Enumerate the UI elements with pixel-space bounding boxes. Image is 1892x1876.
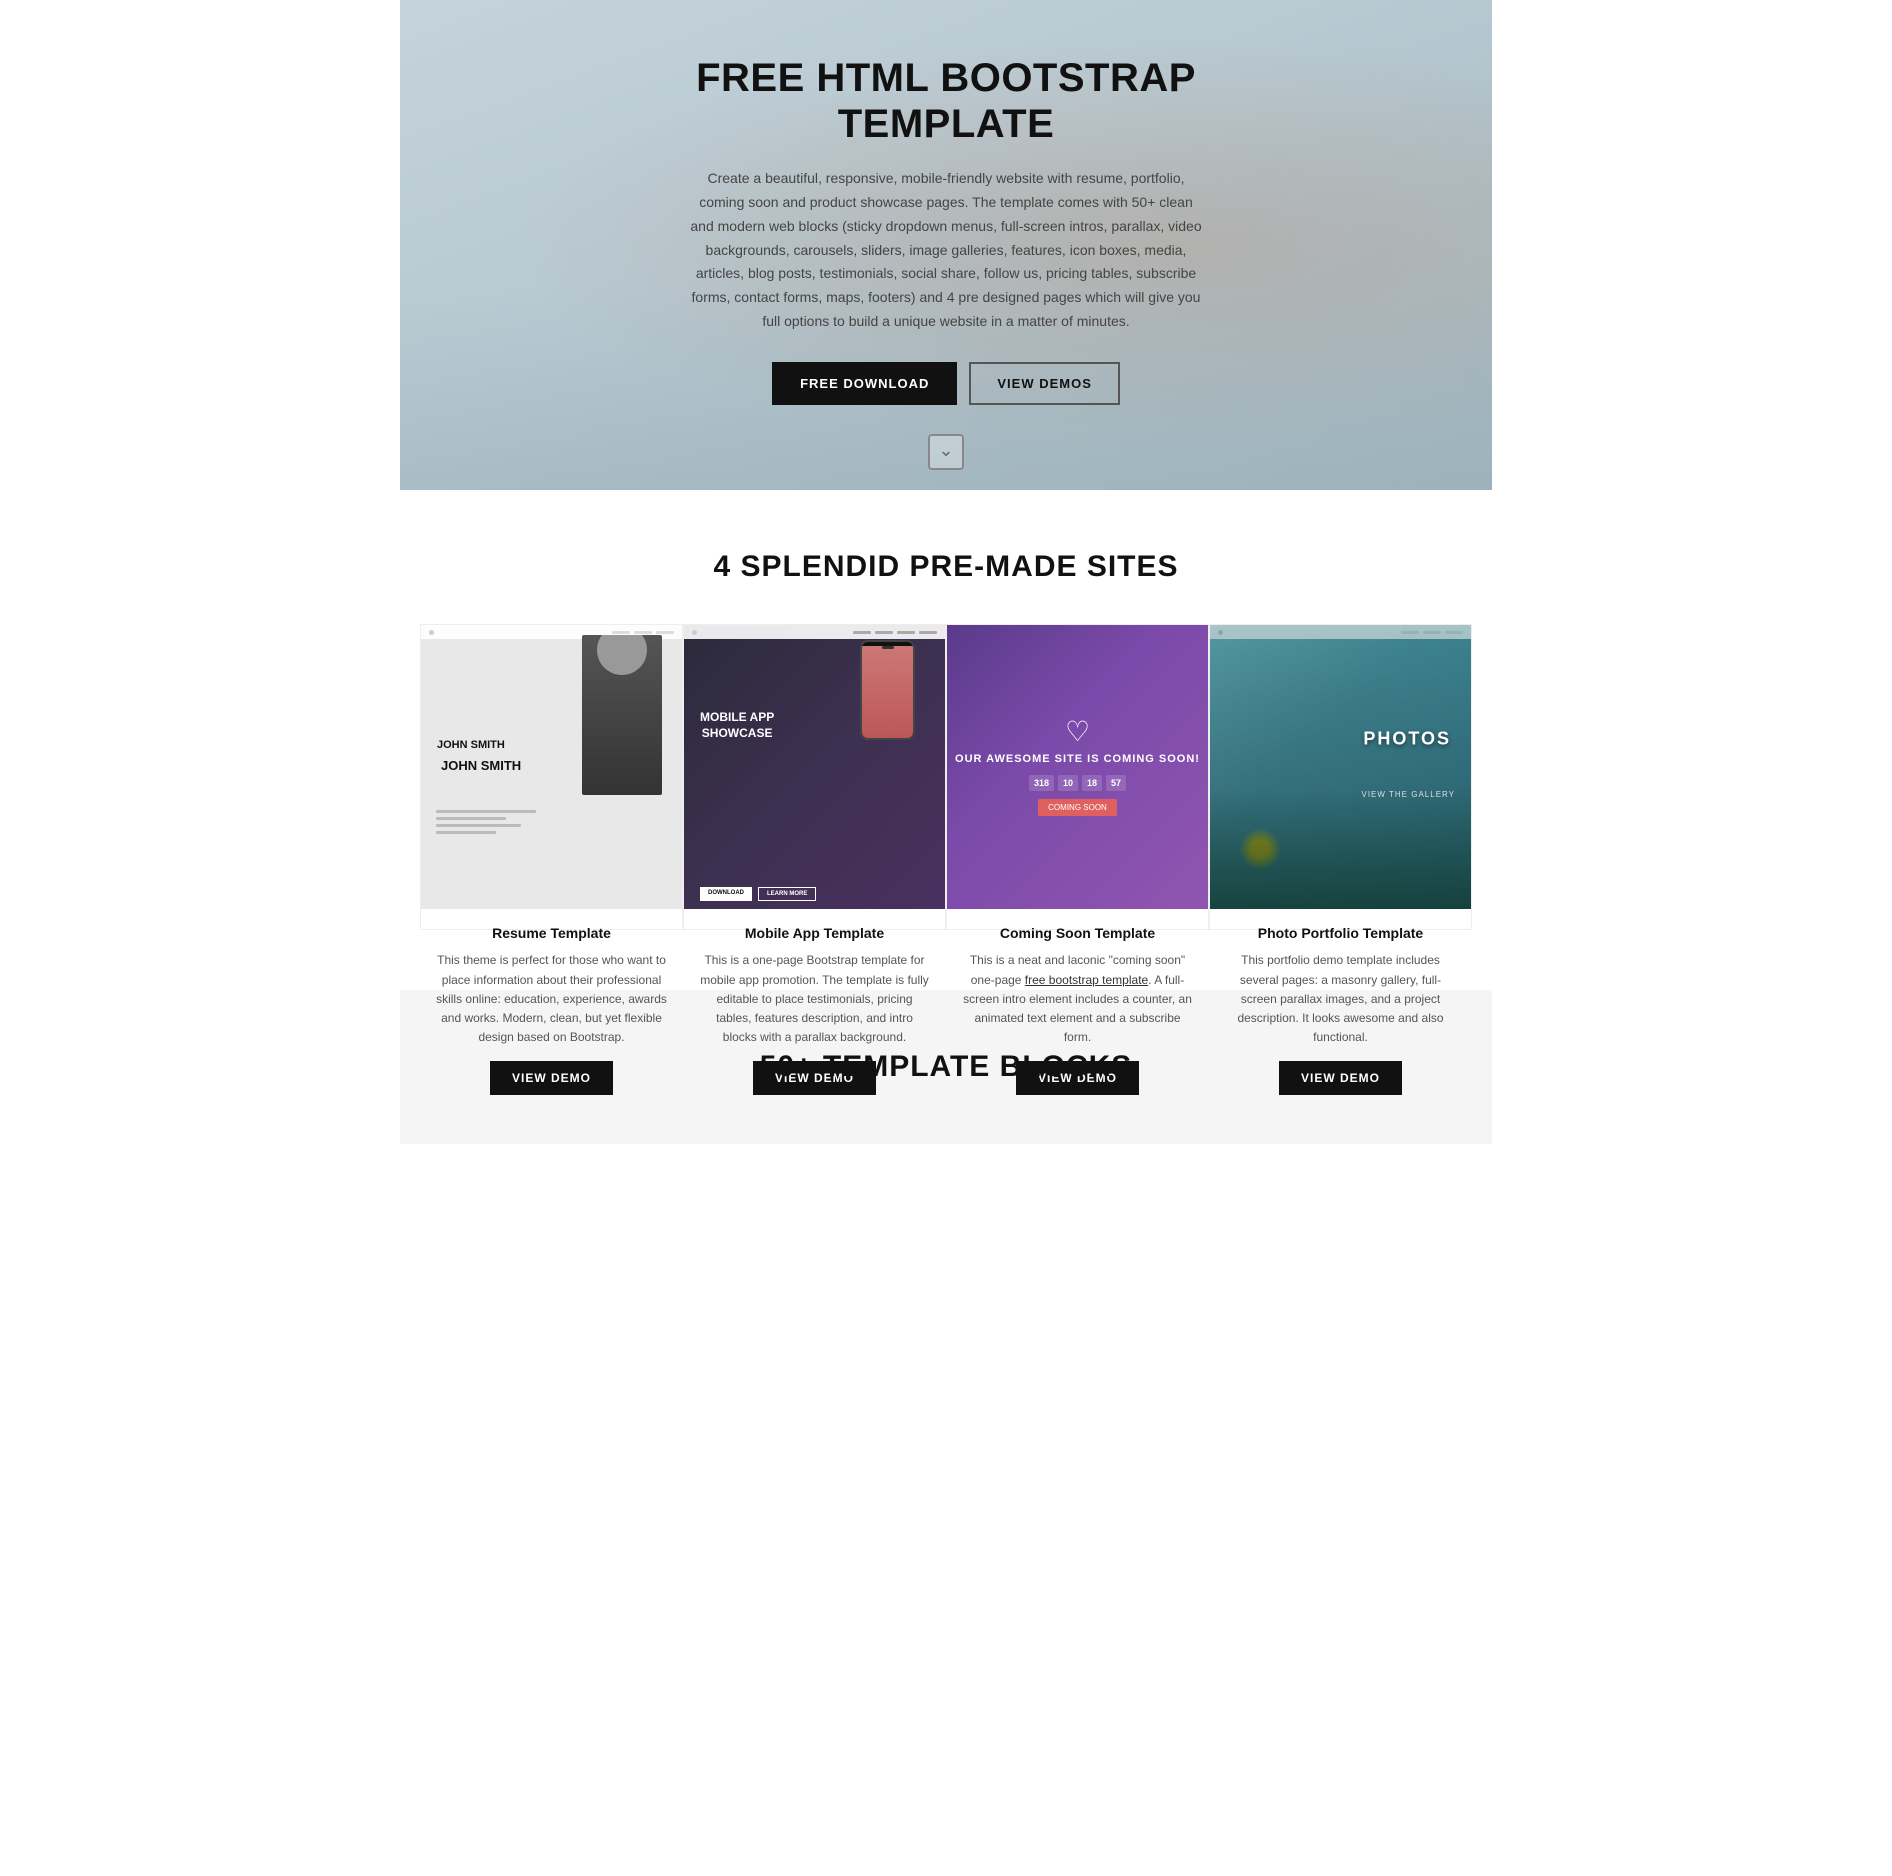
mobile-phone-graphic	[860, 640, 915, 740]
resume-line-2	[436, 817, 506, 820]
photo-card-label: Photo Portfolio Template	[1210, 925, 1471, 941]
demos-button[interactable]: VIEW DEMOS	[969, 362, 1120, 405]
card-photo-portfolio: PHOTOS VIEW THE GALLERY Photo Portfolio …	[1209, 624, 1472, 930]
mobile-action-buttons: DOWNLOAD LEARN MORE	[700, 887, 816, 901]
cards-grid: JOHN SMITH Resume Template This theme is…	[420, 624, 1472, 930]
mobile-cta-1: DOWNLOAD	[700, 887, 752, 901]
card-resume: JOHN SMITH Resume Template This theme is…	[420, 624, 683, 930]
coming-card-label: Coming Soon Template	[947, 925, 1208, 941]
premade-section: 4 SPLENDID PRE-MADE SITES	[400, 490, 1492, 990]
card-coming-soon: ♡ OUR AWESOME SITE IS COMING SOON! 318 1…	[946, 624, 1209, 930]
resume-name-label: JOHN SMITH	[437, 739, 505, 751]
hero-section: FREE HTML BOOTSTRAP TEMPLATE Create a be…	[400, 0, 1492, 490]
timer-days: 318	[1029, 775, 1054, 791]
resume-text-lines	[436, 810, 536, 838]
coming-soon-cta[interactable]: COMING SOON	[1038, 799, 1117, 816]
mobile-preview: MOBILE APP SHOWCASE DOWNLOAD LEARN MORE	[684, 625, 945, 909]
photo-portfolio-text: PHOTOS	[1363, 728, 1451, 749]
mobile-nav-link-4	[919, 631, 937, 634]
mobile-card-desc: This is a one-page Bootstrap template fo…	[684, 951, 945, 1047]
resume-card-label: Resume Template	[421, 925, 682, 941]
resume-view-demo-button[interactable]: VIEW DEMO	[490, 1061, 613, 1095]
photo-overlay	[1210, 625, 1471, 909]
mobile-nav-dot	[692, 630, 697, 635]
premade-section-title: 4 SPLENDID PRE-MADE SITES	[420, 550, 1472, 584]
mobile-showcase-text: MOBILE APP SHOWCASE	[700, 710, 774, 741]
hero-title: FREE HTML BOOTSTRAP TEMPLATE	[686, 55, 1206, 147]
photo-portfolio-subtext: VIEW THE GALLERY	[1361, 790, 1455, 799]
mobile-cta-2: LEARN MORE	[758, 887, 816, 901]
scroll-down-button[interactable]	[928, 434, 964, 470]
mobile-nav-bar	[684, 625, 945, 639]
card-mobile: MOBILE APP SHOWCASE DOWNLOAD LEARN MORE …	[683, 624, 946, 930]
mobile-nav-link-1	[853, 631, 871, 634]
coming-soon-timer: 318 10 18 57	[1029, 775, 1126, 791]
nav-dot-1	[429, 630, 434, 635]
mobile-nav-link-2	[875, 631, 893, 634]
timer-seconds: 57	[1106, 775, 1126, 791]
timer-hours: 10	[1058, 775, 1078, 791]
hero-buttons: FREE DOWNLOAD VIEW DEMOS	[686, 362, 1206, 405]
coming-heart-icon: ♡	[1065, 718, 1090, 746]
coming-card-desc: This is a neat and laconic "coming soon"…	[947, 951, 1208, 1047]
coming-template-link[interactable]: free bootstrap template	[1025, 973, 1148, 987]
mobile-nav-links	[853, 631, 937, 634]
hero-description: Create a beautiful, responsive, mobile-f…	[686, 167, 1206, 334]
nav-links	[612, 631, 674, 634]
resume-person-silhouette	[582, 635, 662, 795]
mobile-nav-link-3	[897, 631, 915, 634]
coming-soon-preview: ♡ OUR AWESOME SITE IS COMING SOON! 318 1…	[947, 625, 1208, 909]
photo-view-demo-button[interactable]: VIEW DEMO	[1279, 1061, 1402, 1095]
nav-link-2	[634, 631, 652, 634]
download-button[interactable]: FREE DOWNLOAD	[772, 362, 957, 405]
nav-link-3	[656, 631, 674, 634]
mobile-phone-screen	[862, 646, 913, 740]
hero-content: FREE HTML BOOTSTRAP TEMPLATE Create a be…	[666, 55, 1226, 435]
timer-minutes: 18	[1082, 775, 1102, 791]
photo-card-desc: This portfolio demo template includes se…	[1210, 951, 1471, 1047]
nav-link-1	[612, 631, 630, 634]
resume-line-1	[436, 810, 536, 813]
resume-line-3	[436, 824, 521, 827]
resume-line-4	[436, 831, 496, 834]
mobile-card-label: Mobile App Template	[684, 925, 945, 941]
coming-soon-text: OUR AWESOME SITE IS COMING SOON!	[955, 752, 1200, 767]
resume-card-desc: This theme is perfect for those who want…	[421, 951, 682, 1047]
photo-preview: PHOTOS VIEW THE GALLERY	[1210, 625, 1471, 909]
resume-preview: JOHN SMITH	[421, 625, 682, 909]
